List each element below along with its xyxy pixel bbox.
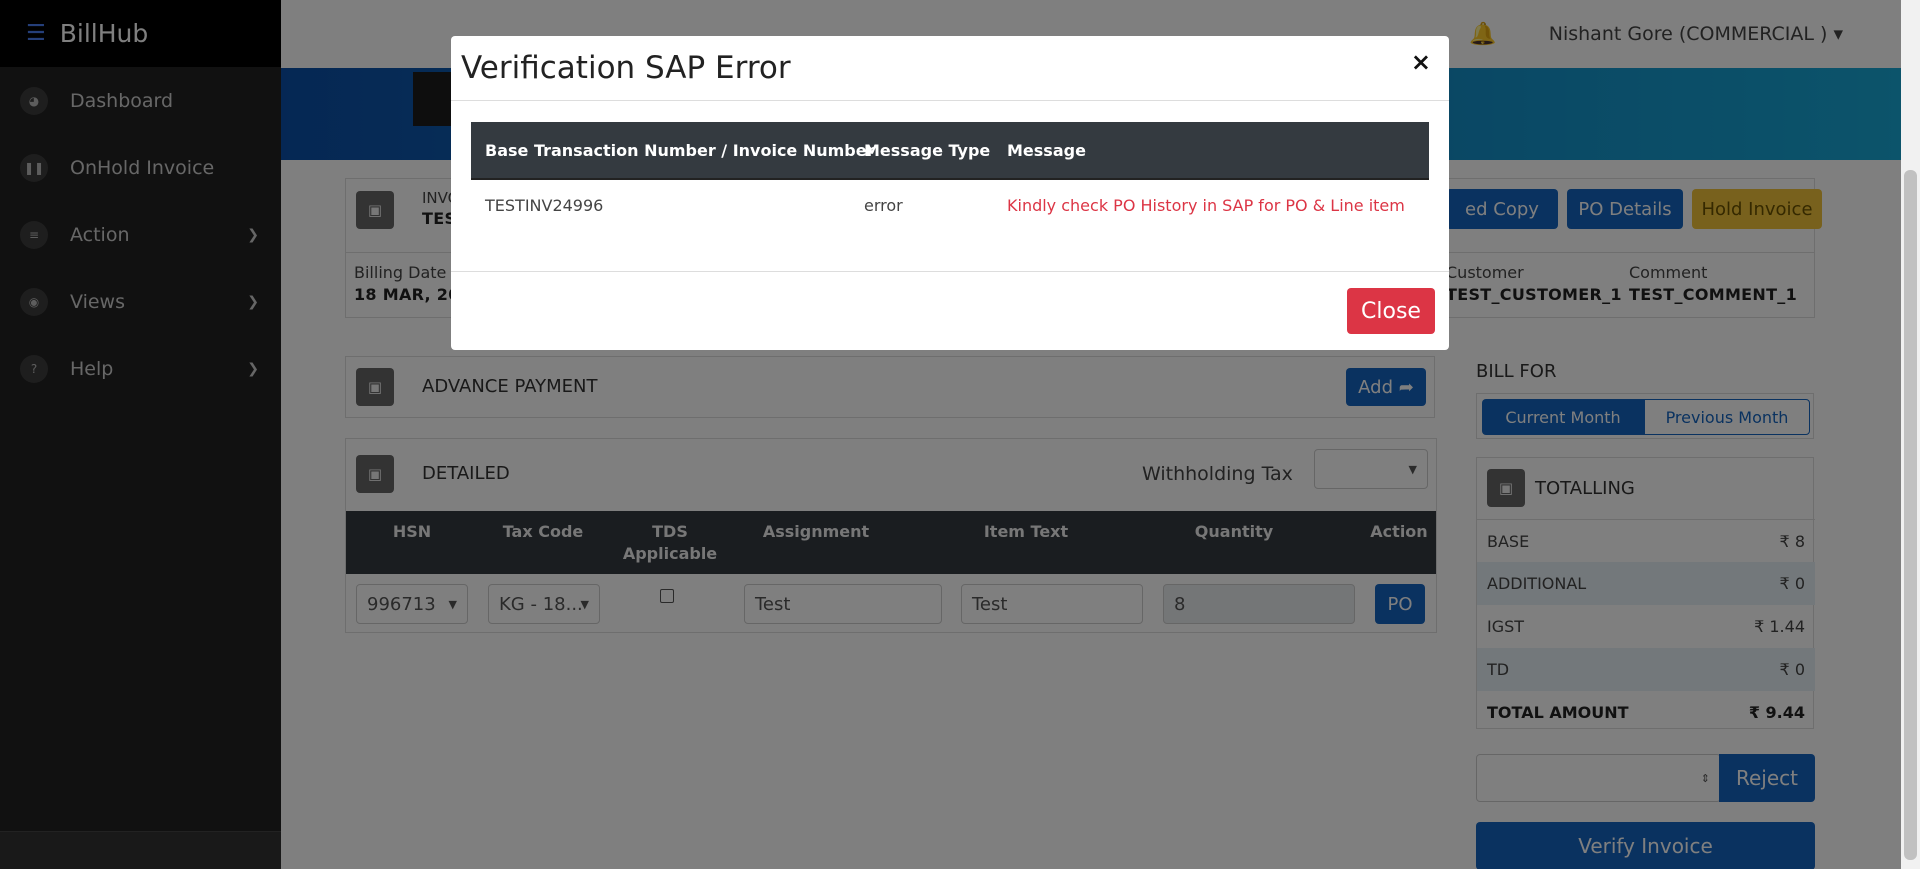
close-icon[interactable]: × bbox=[1411, 48, 1431, 76]
modal-title: Verification SAP Error bbox=[461, 50, 791, 86]
column-header: Base Transaction Number / Invoice Number bbox=[485, 141, 875, 160]
error-type: error bbox=[864, 196, 903, 215]
modal-divider bbox=[451, 100, 1449, 101]
error-message: Kindly check PO History in SAP for PO & … bbox=[1007, 196, 1405, 215]
close-button[interactable]: Close bbox=[1347, 288, 1435, 334]
error-number: TESTINV24996 bbox=[485, 196, 604, 215]
modal-divider bbox=[451, 271, 1449, 272]
error-table-header: Base Transaction Number / Invoice Number… bbox=[471, 122, 1429, 180]
page-scrollbar[interactable] bbox=[1901, 0, 1920, 869]
scrollbar-thumb[interactable] bbox=[1904, 170, 1917, 860]
error-table: Base Transaction Number / Invoice Number… bbox=[471, 122, 1429, 232]
column-header: Message bbox=[1007, 141, 1086, 160]
error-row: TESTINV24996 error Kindly check PO Histo… bbox=[471, 180, 1429, 232]
sap-error-modal: Verification SAP Error × Base Transactio… bbox=[451, 36, 1449, 350]
column-header: Message Type bbox=[864, 141, 991, 160]
